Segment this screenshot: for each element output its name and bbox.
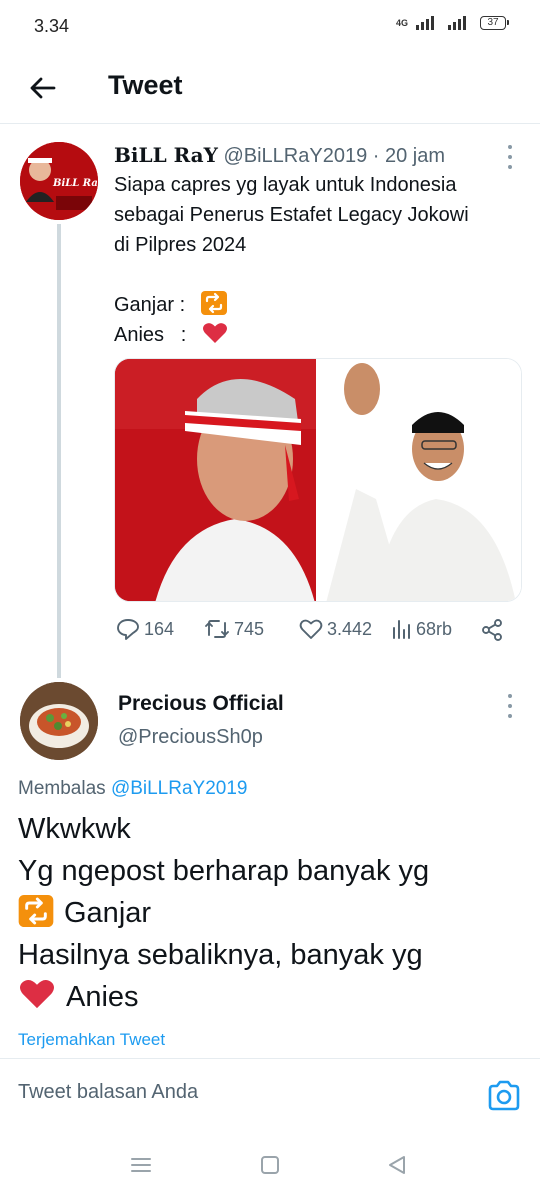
avatar[interactable]: BiLL RaY: [20, 142, 98, 220]
thread-line: [57, 224, 61, 678]
status-time: 3.34: [34, 16, 70, 36]
like-button[interactable]: 3.442: [299, 618, 372, 640]
reply-text: Wkwkwk Yg ngepost berharap banyak yg Gan…: [18, 808, 528, 1018]
display-name[interactable]: BiLL RaY: [114, 143, 218, 167]
tweet-header-line: BiLL RaY @BiLLRaY2019 · 20 jam: [114, 143, 445, 168]
media-photo-right[interactable]: [316, 359, 521, 601]
share-button[interactable]: [480, 618, 504, 642]
home-button[interactable]: [259, 1155, 283, 1177]
poll-option-ganjar: Ganjar :: [114, 290, 514, 320]
like-count: 3.442: [327, 618, 373, 639]
menu-icon: [131, 1158, 151, 1172]
translate-tweet-link[interactable]: Terjemahkan Tweet: [18, 1030, 165, 1050]
poll-option-label: Ganjar :: [114, 294, 186, 316]
triangle-back-icon: [389, 1156, 405, 1174]
tweet-actions: 164 745 3.442 68rb: [116, 618, 506, 646]
reply-input[interactable]: [18, 1081, 458, 1104]
page-title: Tweet: [108, 70, 183, 100]
tweet-time: 20 jam: [385, 145, 446, 167]
avatar-image: [20, 682, 98, 760]
tweet-header: Tweet: [0, 54, 540, 124]
retweet-icon: [205, 620, 229, 638]
media-photo-left[interactable]: [115, 359, 316, 601]
heart-icon: [299, 619, 323, 639]
system-nav-bar: [0, 1131, 540, 1200]
reply-icon: [117, 619, 139, 640]
arrow-left-icon: [30, 77, 56, 99]
replying-to: Membalas @BiLLRaY2019: [18, 778, 247, 800]
reply-user-handle[interactable]: @PreciousSh0p: [118, 726, 263, 749]
avatar-image: BiLL RaY: [20, 142, 98, 220]
reply-text-line: Yg ngepost berharap banyak yg: [18, 855, 430, 887]
heart-emoji-icon: [202, 321, 228, 354]
network-type-label: 4G: [395, 18, 408, 28]
share-icon: [482, 619, 502, 641]
reply-more-options-icon[interactable]: [505, 694, 515, 718]
camera-button[interactable]: [486, 1079, 522, 1113]
signal-icon: [416, 16, 434, 30]
more-options-icon[interactable]: [505, 145, 515, 169]
poll-option-anies: Anies :: [114, 320, 514, 350]
square-icon: [261, 1156, 279, 1174]
system-back-button[interactable]: [386, 1155, 410, 1177]
retweet-button[interactable]: 745: [204, 618, 264, 640]
retweet-emoji-icon: [18, 895, 54, 939]
status-bar: 3.34 4G 37: [0, 0, 540, 54]
battery-icon: 37: [480, 16, 509, 30]
reply-text-word: Anies: [66, 981, 139, 1013]
reply-text-line: Hasilnya sebaliknya, banyak yg: [18, 939, 423, 971]
recent-apps-button[interactable]: [130, 1155, 154, 1177]
tweet-text-line: sebagai Penerus Estafet Legacy Jokowi: [114, 204, 469, 226]
separator-dot: ·: [372, 145, 380, 167]
signal-icon-secondary: [448, 16, 466, 30]
status-icons: 4G 37: [395, 16, 509, 30]
reply-display-name[interactable]: Precious Official: [118, 692, 284, 716]
camera-icon: [488, 1080, 520, 1111]
back-button[interactable]: [24, 70, 60, 106]
reply-text-line-anies: Anies: [18, 976, 528, 1018]
reply-text-line: Wkwkwk: [18, 813, 131, 845]
tweet-text: Siapa capres yg layak untuk Indonesia se…: [114, 170, 514, 350]
reply-button[interactable]: 164: [116, 618, 174, 640]
reply-text-line-ganjar: Ganjar: [18, 892, 528, 934]
replying-prefix: Membalas: [18, 778, 106, 799]
tweet-media[interactable]: [114, 358, 522, 602]
tweet-text-line: di Pilpres 2024: [114, 234, 247, 256]
reply-avatar[interactable]: [20, 682, 98, 760]
avatar-text: BiLL RaY: [52, 178, 98, 189]
reply-count: 164: [144, 618, 175, 639]
views-icon: [393, 620, 410, 639]
heart-emoji-icon: [18, 977, 56, 1023]
reply-compose-bar: [0, 1059, 540, 1131]
poll-option-label: Anies :: [114, 324, 187, 346]
user-handle[interactable]: @BiLLRaY2019: [223, 145, 367, 167]
views-button[interactable]: 68rb: [390, 618, 452, 640]
retweet-count: 745: [234, 618, 265, 639]
views-count: 68rb: [416, 618, 453, 639]
tweet-text-line: Siapa capres yg layak untuk Indonesia: [114, 174, 457, 196]
replying-to-link[interactable]: @BiLLRaY2019: [111, 778, 248, 799]
reply-text-word: Ganjar: [64, 897, 152, 929]
